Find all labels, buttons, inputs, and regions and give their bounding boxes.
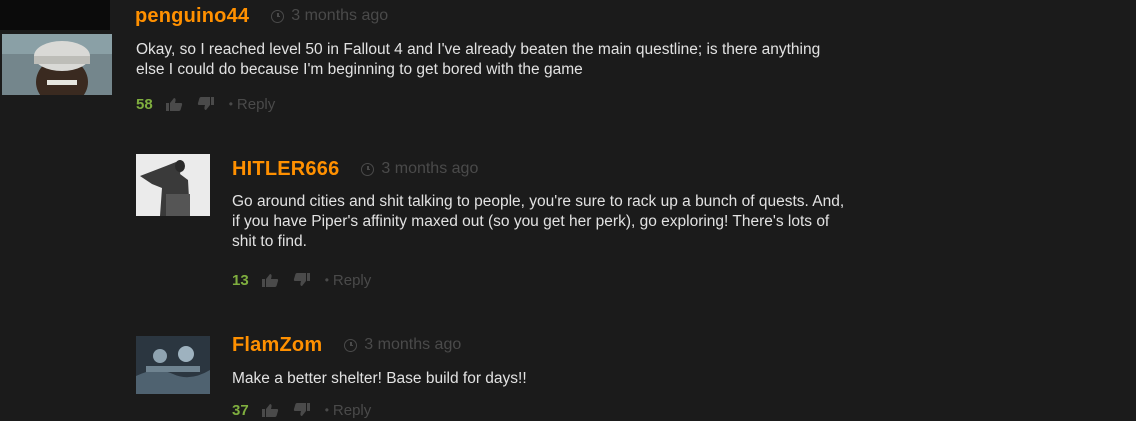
- comment-text: Okay, so I reached level 50 in Fallout 4…: [136, 40, 1136, 80]
- avatar[interactable]: [2, 34, 112, 95]
- comment-flamzom: FlamZom 3 months ago Make a better shelt…: [0, 320, 1136, 421]
- clock-icon: [344, 338, 358, 352]
- comment-text-line: Make a better shelter! Base build for da…: [232, 370, 527, 387]
- thumbs-up-icon[interactable]: [261, 273, 279, 287]
- comment-text-line: if you have Piper's affinity maxed out (…: [232, 213, 830, 230]
- thumbs-down-icon[interactable]: [293, 403, 311, 417]
- comment-time: 3 months ago: [291, 7, 389, 24]
- vote-count: 13: [232, 271, 249, 289]
- comment-text: Make a better shelter! Base build for da…: [232, 369, 1132, 389]
- separator-dot: •: [324, 403, 329, 417]
- avatar[interactable]: [136, 336, 210, 394]
- avatar[interactable]: [136, 154, 210, 216]
- thumbs-down-icon[interactable]: [293, 273, 311, 287]
- comment-text-line: else I could do because I'm beginning to…: [136, 61, 583, 78]
- comment-text: Go around cities and shit talking to peo…: [232, 192, 1132, 252]
- avatar-image: [136, 154, 210, 216]
- comment-text-line: Okay, so I reached level 50 in Fallout 4…: [136, 41, 821, 58]
- vote-count: 58: [136, 95, 153, 113]
- comment-time: 3 months ago: [364, 336, 462, 353]
- comment-text-line: Go around cities and shit talking to peo…: [232, 193, 845, 210]
- corner-decoration: [0, 0, 110, 30]
- avatar-image: [2, 34, 112, 95]
- vote-count: 37: [232, 401, 249, 419]
- comment-penguino44: penguino44 3 months ago Okay, so I reach…: [0, 0, 1136, 120]
- avatar-image: [136, 336, 210, 394]
- reply-link[interactable]: Reply: [333, 272, 371, 289]
- separator-dot: •: [228, 97, 233, 111]
- separator-dot: •: [324, 273, 329, 287]
- clock-icon: [361, 162, 375, 176]
- comment-text-line: shit to find.: [232, 233, 307, 250]
- clock-icon: [271, 9, 285, 23]
- comment-time: 3 months ago: [381, 160, 479, 177]
- thumbs-up-icon[interactable]: [261, 403, 279, 417]
- comment-hitler666: HITLER666 3 months ago Go around cities …: [0, 140, 1136, 295]
- comment-username[interactable]: FlamZom: [232, 334, 322, 357]
- comment-username[interactable]: penguino44: [135, 5, 249, 28]
- reply-link[interactable]: Reply: [333, 402, 371, 419]
- comment-username[interactable]: HITLER666: [232, 158, 339, 181]
- thumbs-up-icon[interactable]: [165, 97, 183, 111]
- reply-link[interactable]: Reply: [237, 96, 275, 113]
- thumbs-down-icon[interactable]: [197, 97, 215, 111]
